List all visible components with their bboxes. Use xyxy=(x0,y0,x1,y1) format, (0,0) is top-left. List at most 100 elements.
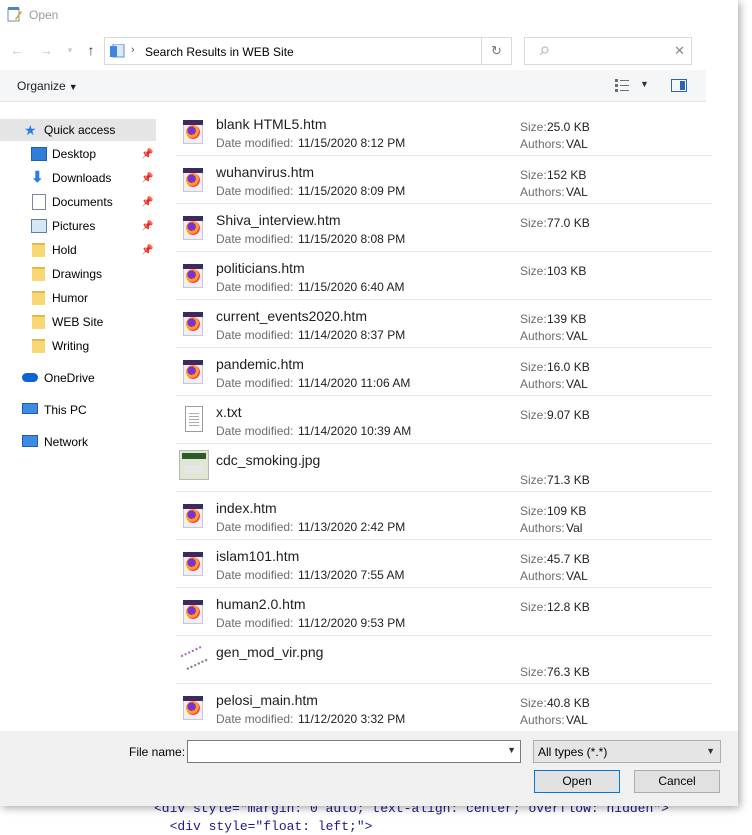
file-row[interactable]: wuhanvirus.htm Date modified: 11/15/2020… xyxy=(176,156,712,204)
chevron-down-icon: ▼ xyxy=(706,746,715,756)
file-name-field[interactable]: ▼ xyxy=(187,740,521,763)
date-modified-label: Date modified: xyxy=(216,376,294,390)
authors-value: VAL xyxy=(566,329,588,343)
search-input[interactable]: ✕ xyxy=(524,37,692,65)
open-button[interactable]: Open xyxy=(534,770,620,793)
open-dialog: Open ← → ▾ ↑ › Search Results in WEB Sit… xyxy=(0,0,738,806)
file-row[interactable]: gen_mod_vir.png Size: 76.3 KB xyxy=(176,636,712,684)
file-dialog-footer: File name: ▼ All types (*.*) ▼ Open Canc… xyxy=(0,731,738,806)
file-row[interactable]: cdc_smoking.jpg Size: 71.3 KB xyxy=(176,444,712,492)
sidebar-item-label: Downloads xyxy=(52,171,112,185)
file-row[interactable]: x.txt Date modified: 11/14/2020 10:39 AM… xyxy=(176,396,712,444)
firefox-html-icon xyxy=(179,502,205,530)
organize-button[interactable]: Organize ▼ xyxy=(17,79,78,93)
size-value: 77.0 KB xyxy=(547,216,590,230)
sidebar-item-web-site[interactable]: WEB Site xyxy=(0,311,156,333)
forward-arrow-icon[interactable]: → xyxy=(38,42,54,58)
size-value: 25.0 KB xyxy=(547,120,590,134)
file-type-select[interactable]: All types (*.*) ▼ xyxy=(533,740,721,763)
authors-label: Authors: xyxy=(520,713,565,727)
file-row[interactable]: Shiva_interview.htm Date modified: 11/15… xyxy=(176,204,712,252)
date-modified-value: 11/15/2020 8:09 PM xyxy=(298,184,406,198)
pin-icon[interactable]: 📌 xyxy=(141,149,153,160)
file-row[interactable]: islam101.htm Date modified: 11/13/2020 7… xyxy=(176,540,712,588)
clear-search-icon[interactable]: ✕ xyxy=(674,43,685,59)
computer-icon xyxy=(22,403,38,414)
sidebar-item-drawings[interactable]: Drawings xyxy=(0,263,156,285)
file-name: x.txt xyxy=(216,404,242,420)
date-modified-value: 11/12/2020 9:53 PM xyxy=(298,616,406,630)
sidebar-item-label: Documents xyxy=(52,195,113,209)
view-options-chevron-icon[interactable]: ▼ xyxy=(640,79,649,89)
cancel-button[interactable]: Cancel xyxy=(634,770,720,793)
sidebar-item-this-pc[interactable]: This PC xyxy=(0,399,156,421)
notepad-icon xyxy=(7,7,22,22)
sidebar-item-desktop[interactable]: Desktop 📌 xyxy=(0,143,156,165)
file-name: Shiva_interview.htm xyxy=(216,212,341,228)
network-icon xyxy=(22,435,38,447)
pin-icon[interactable]: 📌 xyxy=(141,197,153,208)
firefox-html-icon xyxy=(179,214,205,242)
download-icon: ⬇ xyxy=(31,169,44,186)
date-modified-value: 11/12/2020 3:32 PM xyxy=(298,712,406,726)
file-name: current_events2020.htm xyxy=(216,308,367,324)
back-arrow-icon[interactable]: ← xyxy=(9,42,25,58)
firefox-html-icon xyxy=(179,118,205,146)
sidebar-item-quick-access[interactable]: ★ Quick access xyxy=(0,119,156,141)
sidebar-item-hold[interactable]: Hold 📌 xyxy=(0,239,156,261)
breadcrumb-chevron-icon: › xyxy=(131,44,135,56)
recent-locations-chevron-icon[interactable]: ▾ xyxy=(62,42,78,58)
png-thumbnail-icon xyxy=(179,642,209,674)
sidebar-item-label: Humor xyxy=(52,291,89,305)
sidebar-item-pictures[interactable]: Pictures 📌 xyxy=(0,215,156,237)
authors-label: Authors: xyxy=(520,185,565,199)
title-bar: Open xyxy=(0,0,738,30)
sidebar-item-humor[interactable]: Humor xyxy=(0,287,156,309)
sidebar-item-writing[interactable]: Writing xyxy=(0,335,156,357)
pin-icon[interactable]: 📌 xyxy=(141,173,153,184)
date-modified-value: 11/14/2020 8:37 PM xyxy=(298,328,406,342)
chevron-down-icon: ▼ xyxy=(68,82,78,92)
date-modified-label: Date modified: xyxy=(216,136,294,150)
authors-value: VAL xyxy=(566,569,588,583)
firefox-html-icon xyxy=(179,598,205,626)
size-value: 103 KB xyxy=(547,264,587,278)
file-row[interactable]: pelosi_main.htm Date modified: 11/12/202… xyxy=(176,684,712,730)
file-row[interactable]: human2.0.htm Date modified: 11/12/2020 9… xyxy=(176,588,712,636)
preview-pane-icon[interactable] xyxy=(671,79,687,92)
view-details-icon[interactable] xyxy=(615,79,629,92)
sidebar-item-label: Network xyxy=(44,435,89,449)
file-row[interactable]: blank HTML5.htm Date modified: 11/15/202… xyxy=(176,108,712,156)
authors-value: Val xyxy=(566,521,583,535)
address-bar[interactable]: › Search Results in WEB Site ↻ xyxy=(104,37,512,65)
file-row[interactable]: pandemic.htm Date modified: 11/14/2020 1… xyxy=(176,348,712,396)
size-value: 152 KB xyxy=(547,168,587,182)
size-label: Size: xyxy=(520,408,547,422)
file-row[interactable]: index.htm Date modified: 11/13/2020 2:42… xyxy=(176,492,712,540)
size-value: 9.07 KB xyxy=(547,408,590,422)
size-value: 45.7 KB xyxy=(547,552,590,566)
cloud-icon xyxy=(22,373,38,382)
file-row[interactable]: politicians.htm Date modified: 11/15/202… xyxy=(176,252,712,300)
star-icon: ★ xyxy=(24,122,37,138)
window-title: Open xyxy=(29,8,59,22)
pin-icon[interactable]: 📌 xyxy=(141,221,153,232)
file-row[interactable]: current_events2020.htm Date modified: 11… xyxy=(176,300,712,348)
sidebar-item-downloads[interactable]: ⬇ Downloads 📌 xyxy=(0,167,156,189)
sidebar-item-documents[interactable]: Documents 📌 xyxy=(0,191,156,213)
date-modified-label: Date modified: xyxy=(216,280,294,294)
up-arrow-icon[interactable]: ↑ xyxy=(83,42,99,58)
folder-icon xyxy=(32,339,45,353)
refresh-icon[interactable]: ↻ xyxy=(481,38,511,64)
command-toolbar: Organize ▼ ▼ xyxy=(0,70,706,102)
sidebar-item-network[interactable]: Network xyxy=(0,431,156,453)
pin-icon[interactable]: 📌 xyxy=(141,245,153,256)
date-modified-value: 11/15/2020 8:08 PM xyxy=(298,232,406,246)
sidebar-item-label: Drawings xyxy=(52,267,103,281)
date-modified-label: Date modified: xyxy=(216,184,294,198)
sidebar-item-onedrive[interactable]: OneDrive xyxy=(0,367,156,389)
folder-icon xyxy=(32,267,45,281)
chevron-down-icon[interactable]: ▼ xyxy=(507,745,516,755)
size-value: 76.3 KB xyxy=(547,665,590,679)
size-value: 109 KB xyxy=(547,504,587,518)
